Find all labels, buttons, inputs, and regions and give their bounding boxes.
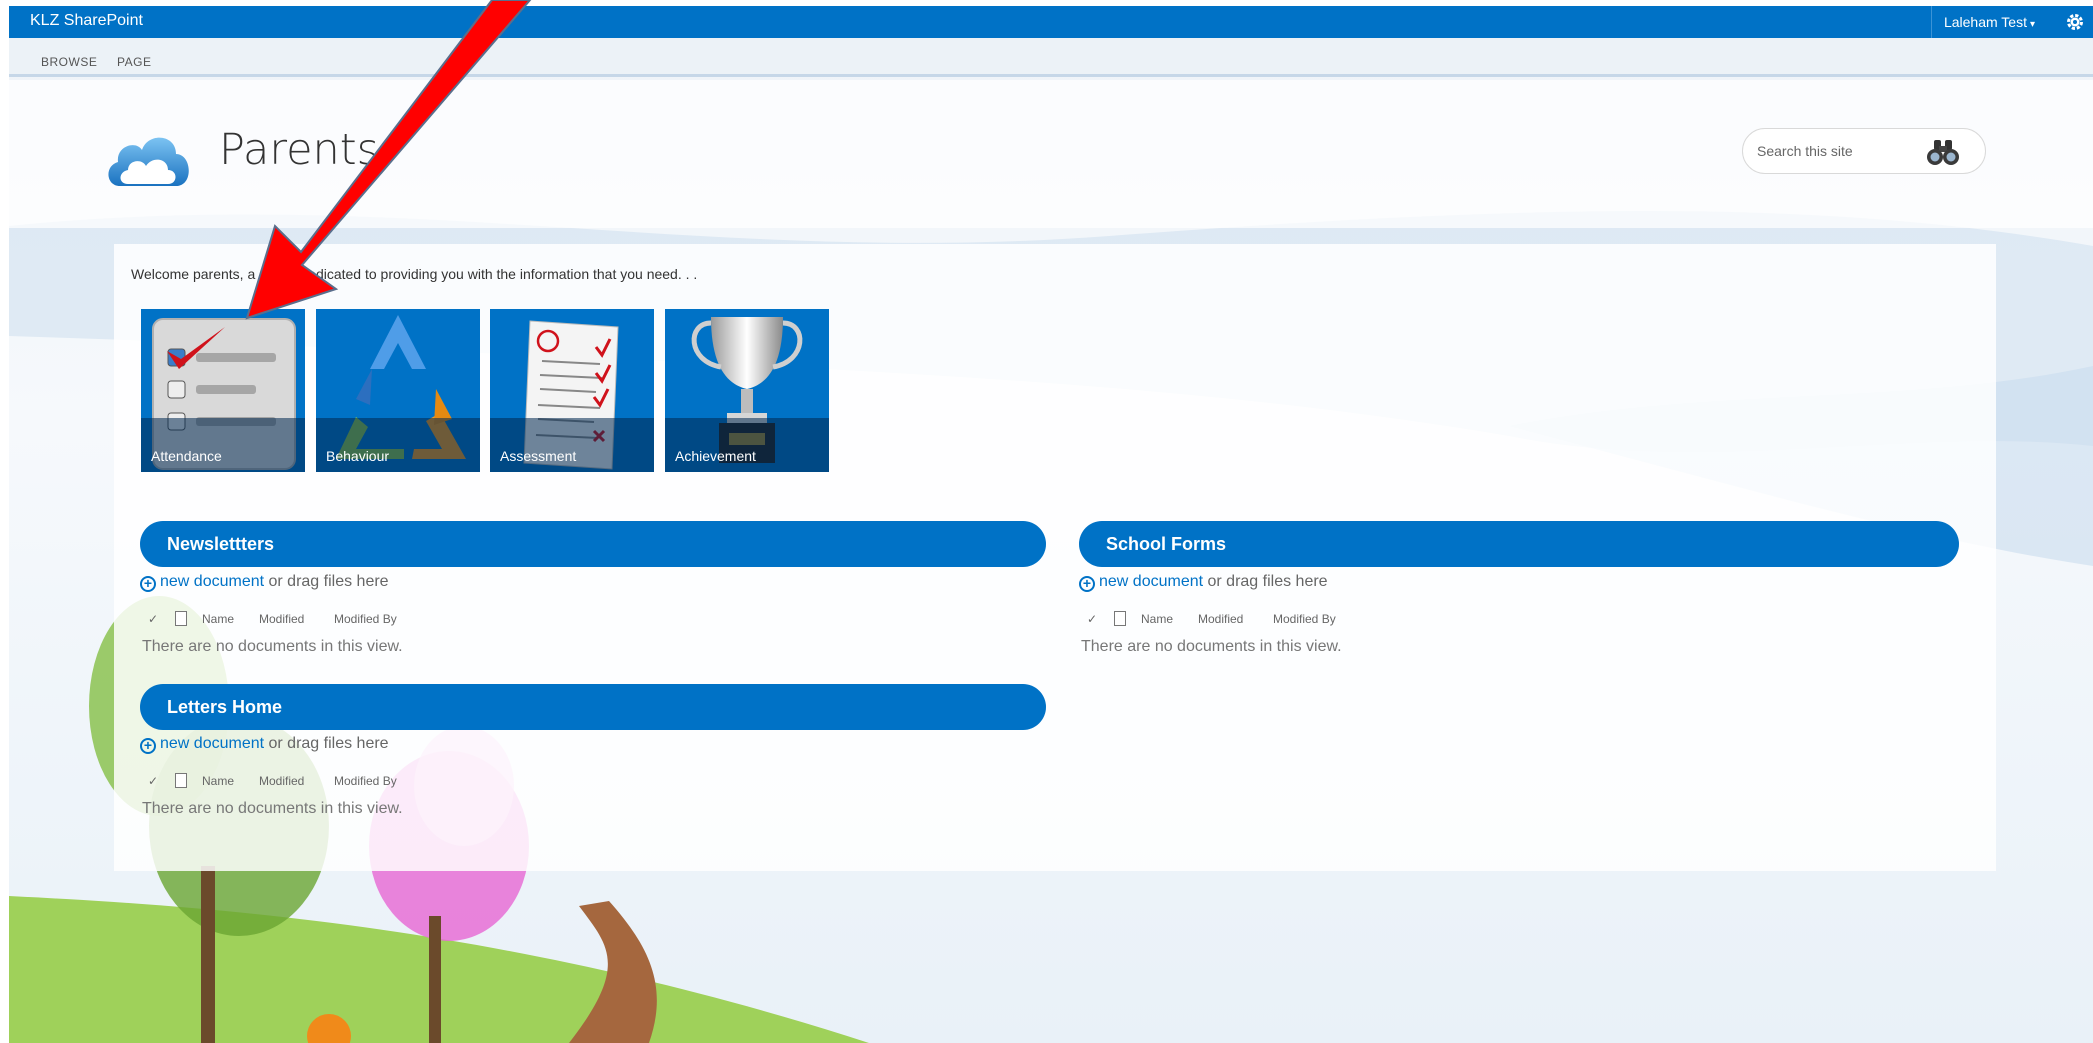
select-all-check[interactable]: ✓ (148, 610, 158, 628)
user-menu[interactable]: Laleham Test ▾ (1930, 6, 2047, 38)
web-part-title-newsletters[interactable]: Newslettters (140, 521, 1046, 567)
tile-label: Assessment (500, 448, 577, 464)
drag-files-text: or drag files here (264, 573, 389, 590)
add-icon[interactable]: + (140, 738, 156, 754)
column-modified-by[interactable]: Modified By (1273, 610, 1336, 628)
column-modified-by[interactable]: Modified By (334, 772, 397, 790)
add-icon[interactable]: + (1079, 576, 1095, 592)
tile-achievement[interactable]: Achievement (665, 309, 829, 472)
welcome-text: Welcome parents, a space dedicated to pr… (131, 266, 698, 282)
document-type-icon (175, 773, 187, 788)
drag-files-text: or drag files here (1203, 573, 1328, 590)
tab-page[interactable]: PAGE (117, 55, 151, 69)
tab-browse[interactable]: BROWSE (41, 55, 97, 69)
chevron-down-icon: ▾ (2029, 19, 2035, 30)
page-title[interactable]: Parents (219, 125, 379, 175)
new-document-row: + new document or drag files here (1079, 571, 1328, 593)
user-name: Laleham Test (1943, 14, 2027, 30)
column-headers: ✓ Name Modified Modified By (140, 772, 440, 790)
cloud-logo-icon[interactable] (104, 126, 194, 192)
column-modified[interactable]: Modified (1198, 610, 1243, 628)
ribbon: BROWSE PAGE (9, 38, 2093, 77)
gear-icon[interactable] (2065, 12, 2085, 32)
column-name[interactable]: Name (202, 772, 234, 790)
column-modified[interactable]: Modified (259, 610, 304, 628)
document-type-icon (1114, 611, 1126, 626)
new-document-link[interactable]: new document (160, 735, 264, 752)
document-type-icon (175, 611, 187, 626)
brand-link[interactable]: KLZ SharePoint (30, 12, 143, 30)
tile-attendance[interactable]: Attendance (141, 309, 305, 472)
new-document-link[interactable]: new document (160, 573, 264, 590)
web-part-title-school-forms[interactable]: School Forms (1079, 521, 1959, 567)
tile-label: Achievement (675, 448, 756, 464)
column-name[interactable]: Name (202, 610, 234, 628)
select-all-check[interactable]: ✓ (1087, 610, 1097, 628)
tile-assessment[interactable]: Assessment (490, 309, 654, 472)
drag-files-text: or drag files here (264, 735, 389, 752)
column-modified-by[interactable]: Modified By (334, 610, 397, 628)
column-headers: ✓ Name Modified Modified By (1079, 610, 1379, 628)
tile-behaviour[interactable]: Behaviour (316, 309, 480, 472)
new-document-link[interactable]: new document (1099, 573, 1203, 590)
new-document-row: + new document or drag files here (140, 571, 389, 593)
search-input[interactable] (1757, 138, 1907, 164)
empty-message: There are no documents in this view. (142, 638, 403, 655)
new-document-row: + new document or drag files here (140, 733, 389, 755)
tile-label: Behaviour (326, 448, 390, 464)
binoculars-icon[interactable] (1925, 137, 1961, 167)
column-headers: ✓ Name Modified Modified By (140, 610, 440, 628)
empty-message: There are no documents in this view. (1081, 638, 1342, 655)
empty-message: There are no documents in this view. (142, 800, 403, 817)
add-icon[interactable]: + (140, 576, 156, 592)
column-modified[interactable]: Modified (259, 772, 304, 790)
tile-label: Attendance (151, 448, 222, 464)
web-part-title-letters-home[interactable]: Letters Home (140, 684, 1046, 730)
suite-bar: KLZ SharePoint Laleham Test ▾ (9, 6, 2093, 38)
search-box (1742, 128, 1986, 174)
select-all-check[interactable]: ✓ (148, 772, 158, 790)
column-name[interactable]: Name (1141, 610, 1173, 628)
